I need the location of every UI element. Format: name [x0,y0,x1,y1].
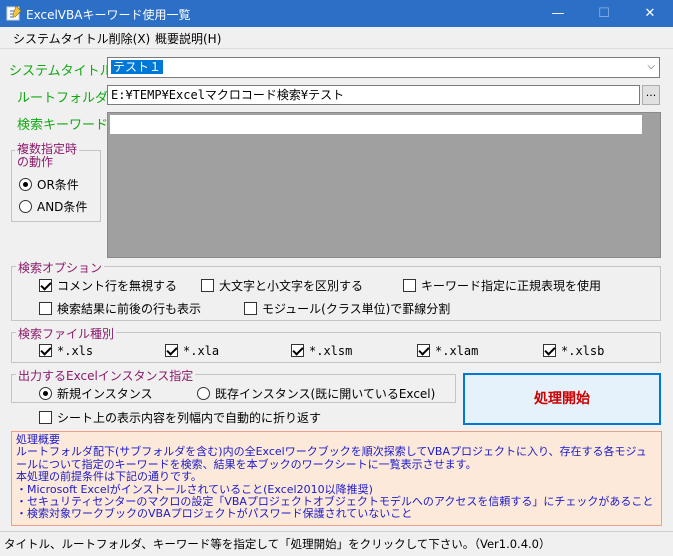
show-context-lines-label: 検索結果に前後の行も表示 [57,302,202,316]
status-bar: タイトル、ルートフォルダ、キーワード等を指定して「処理開始」をクリックして下さい… [0,531,673,556]
checkbox-checked-icon[interactable] [543,344,556,357]
radio-unselected-icon[interactable] [19,200,32,213]
system-title-combo[interactable]: テスト１ ⌵ [107,57,660,78]
overview-panel: 処理概要 ルートフォルダ配下(サブフォルダを含む)内の全Excelワークブックを… [11,431,662,526]
keyword-grid [107,112,661,258]
use-regex-label: キーワード指定に正規表現を使用 [421,279,602,293]
checkbox-unchecked-icon[interactable] [39,302,52,315]
checkbox-checked-icon[interactable] [417,344,430,357]
menu-bar: システムタイトル削除(X) 概要説明(H) [0,27,673,49]
excel-instance-title: 出力するExcelインスタンス指定 [16,367,196,384]
new-instance-label: 新規インスタンス [57,387,153,401]
checkbox-unchecked-icon[interactable] [403,279,416,292]
system-title-value: テスト１ [111,60,164,74]
overview-line: ルートフォルダ配下(サブフォルダを含む)内の全Excelワークブックを順次探索し… [16,445,647,459]
title-bar: ExcelVBAキーワード使用一覧 — ☐ ✕ [0,0,673,27]
menu-overview-help[interactable]: 概要説明(H) [155,30,221,47]
file-type-xlsm-label: *.xlsm [309,343,353,358]
search-options-title: 検索オプション [16,259,105,276]
root-folder-label: ルートフォルダ [17,91,109,106]
chevron-down-icon[interactable]: ⌵ [647,58,655,76]
and-condition-radio[interactable]: AND条件 [19,198,87,215]
keyword-input[interactable] [110,115,642,134]
or-condition-label: OR条件 [37,178,79,192]
existing-instance-radio[interactable]: 既存インスタンス(既に開いているExcel) [197,385,435,402]
menu-remove-system-title[interactable]: システムタイトル削除(X) [13,30,150,47]
wrap-text-checkbox[interactable]: シート上の表示内容を列幅内で自動的に折り返す [39,409,321,426]
radio-unselected-icon[interactable] [197,387,210,400]
existing-instance-label: 既存インスタンス(既に開いているExcel) [215,387,436,401]
file-type-xlsb-label: *.xlsb [561,343,605,358]
file-type-xla-label: *.xla [183,343,220,358]
system-title-label: システムタイトル [9,64,113,79]
multi-keyword-group-title: 複数指定時 の動作 [15,142,80,169]
checkbox-unchecked-icon[interactable] [201,279,214,292]
checkbox-checked-icon[interactable] [165,344,178,357]
overview-line: ・検索対象ワークブックのVBAプロジェクトがパスワード保護されていないこと [16,507,413,521]
case-sensitive-label: 大文字と小文字を区別する [219,279,364,293]
minimize-button[interactable]: — [535,0,581,27]
file-type-xlsm-checkbox[interactable]: *.xlsm [291,343,352,358]
maximize-button[interactable]: ☐ [581,0,627,27]
file-type-xlsb-checkbox[interactable]: *.xlsb [543,343,604,358]
file-type-xls-label: *.xls [57,343,94,358]
browse-folder-button[interactable]: ... [642,85,660,105]
root-folder-input[interactable]: E:¥TEMP¥Excelマクロコード検索¥テスト [107,85,640,105]
radio-selected-icon[interactable] [19,178,32,191]
radio-selected-icon[interactable] [39,387,52,400]
checkbox-unchecked-icon[interactable] [39,411,52,424]
window-title: ExcelVBAキーワード使用一覧 [26,8,191,22]
checkbox-checked-icon[interactable] [39,344,52,357]
or-condition-radio[interactable]: OR条件 [19,176,79,193]
file-type-xls-checkbox[interactable]: *.xls [39,343,93,358]
file-types-title: 検索ファイル種別 [16,325,117,342]
wrap-text-label: シート上の表示内容を列幅内で自動的に折り返す [57,411,322,425]
and-condition-label: AND条件 [37,200,88,214]
file-type-xlam-checkbox[interactable]: *.xlam [417,343,478,358]
start-processing-button[interactable]: 処理開始 [463,373,661,425]
case-sensitive-checkbox[interactable]: 大文字と小文字を区別する [201,277,363,294]
close-button[interactable]: ✕ [627,0,673,27]
file-type-xla-checkbox[interactable]: *.xla [165,343,219,358]
new-instance-radio[interactable]: 新規インスタンス [39,385,153,402]
ignore-comments-label: コメント行を無視する [57,279,178,293]
checkbox-unchecked-icon[interactable] [244,302,257,315]
module-border-split-checkbox[interactable]: モジュール(クラス単位)で罫線分割 [244,300,450,317]
checkbox-checked-icon[interactable] [291,344,304,357]
overview-line: 本処理の前提条件は下記の通りです。 [16,470,202,484]
checkbox-checked-icon[interactable] [39,279,52,292]
file-type-xlam-label: *.xlam [435,343,479,358]
use-regex-checkbox[interactable]: キーワード指定に正規表現を使用 [403,277,601,294]
module-border-split-label: モジュール(クラス単位)で罫線分割 [262,302,451,316]
ignore-comments-checkbox[interactable]: コメント行を無視する [39,277,177,294]
app-icon [6,5,22,21]
keyword-label: 検索キーワード [17,118,109,133]
show-context-lines-checkbox[interactable]: 検索結果に前後の行も表示 [39,300,201,317]
